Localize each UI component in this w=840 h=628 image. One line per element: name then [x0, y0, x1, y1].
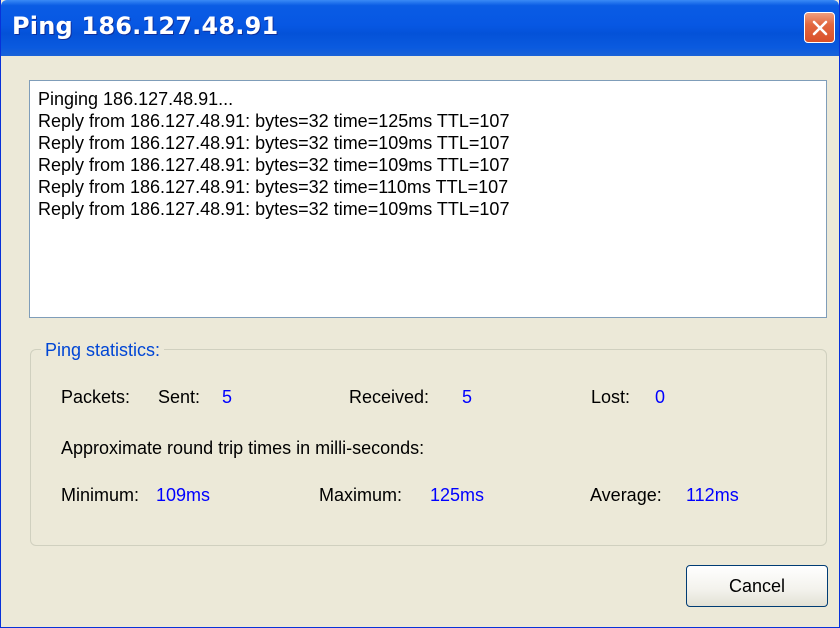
output-line: Reply from 186.127.48.91: bytes=32 time=… — [38, 111, 510, 131]
lost-value: 0 — [655, 387, 666, 407]
ping-dialog: Ping 186.127.48.91 Pinging 186.127.48.91… — [0, 0, 840, 628]
close-icon — [812, 20, 828, 36]
sent-value: 5 — [222, 387, 233, 407]
minimum-value: 109ms — [156, 485, 211, 505]
minimum-label: Minimum: — [61, 485, 140, 505]
cancel-button[interactable]: Cancel — [686, 565, 828, 607]
title-bar[interactable]: Ping 186.127.48.91 — [1, 0, 839, 56]
close-button[interactable] — [804, 12, 835, 43]
maximum-label: Maximum: — [319, 485, 403, 505]
packets-label: Packets: — [61, 387, 131, 407]
received-label: Received: — [349, 387, 430, 407]
output-line: Pinging 186.127.48.91... — [38, 89, 234, 109]
lost-label: Lost: — [591, 387, 631, 407]
average-value: 112ms — [686, 485, 739, 505]
ping-output-box[interactable]: Pinging 186.127.48.91... Reply from 186.… — [29, 80, 827, 318]
output-line: Reply from 186.127.48.91: bytes=32 time=… — [38, 133, 510, 153]
output-line: Reply from 186.127.48.91: bytes=32 time=… — [38, 199, 510, 219]
average-label: Average: — [590, 485, 662, 505]
group-caption: Ping statistics: — [41, 340, 165, 360]
output-line: Reply from 186.127.48.91: bytes=32 time=… — [38, 155, 510, 175]
output-line: Reply from 186.127.48.91: bytes=32 time=… — [38, 177, 509, 197]
rtt-caption: Approximate round trip times in milli-se… — [61, 438, 425, 458]
maximum-value: 125ms — [430, 485, 485, 505]
sent-label: Sent: — [158, 387, 201, 407]
received-value: 5 — [462, 387, 473, 407]
window-title: Ping 186.127.48.91 — [12, 12, 279, 40]
